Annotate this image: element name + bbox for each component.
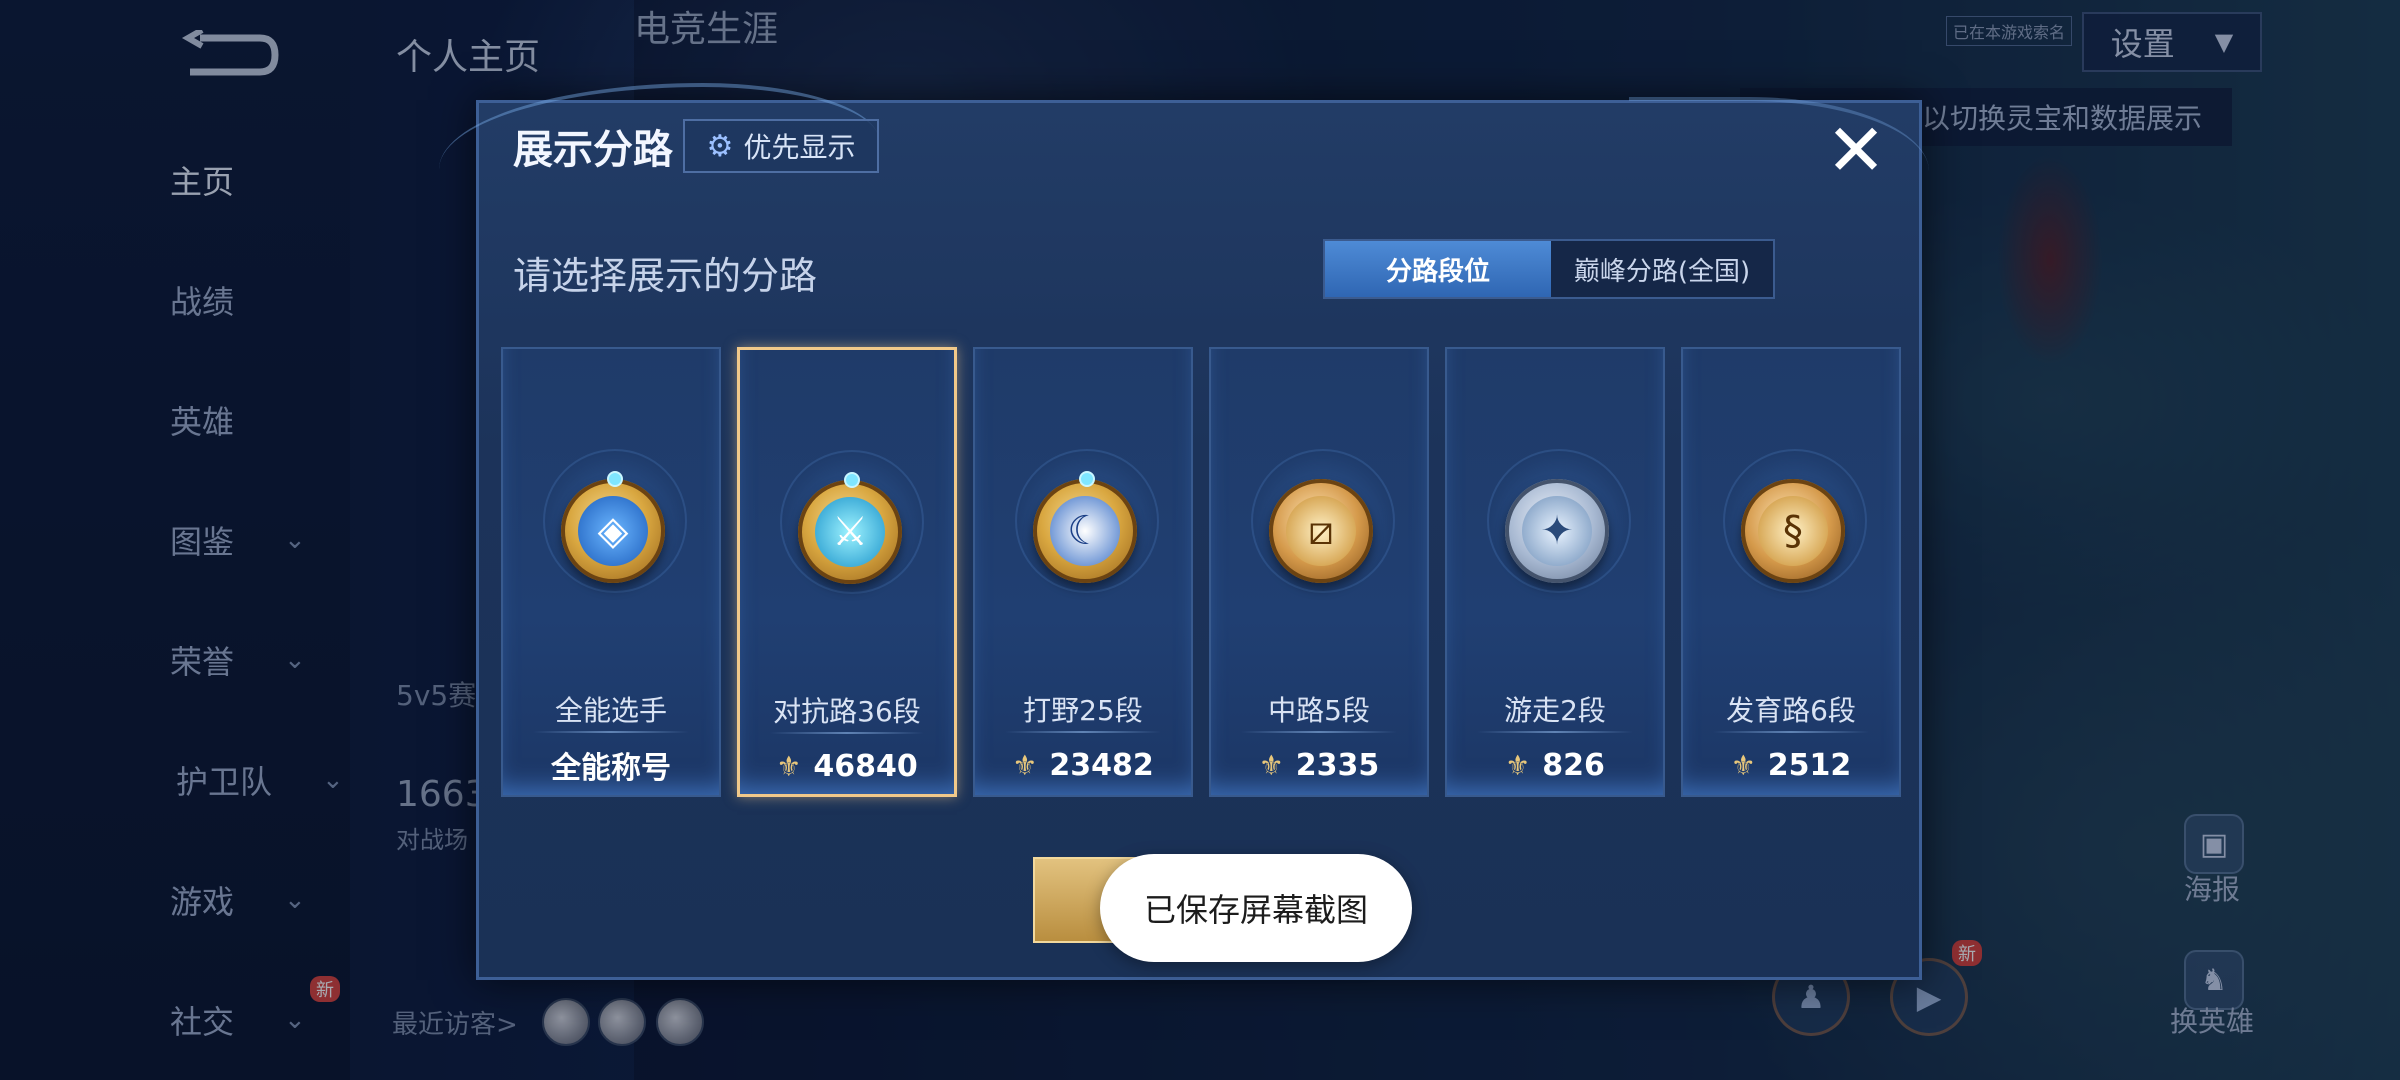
score-icon: ⚜ <box>1730 748 1756 782</box>
gem-icon <box>607 471 623 487</box>
gem-icon <box>844 472 860 488</box>
lane-score: ⚜ 2512 <box>1683 743 1899 787</box>
clash-lane-badge-icon: ⚔ <box>798 480 902 584</box>
modal-subtitle: 请选择展示的分路 <box>513 254 818 298</box>
lane-score: ⚜ 826 <box>1447 743 1663 787</box>
lane-score: ⚜ 2335 <box>1211 743 1427 787</box>
lane-score: ⚜ 23482 <box>975 743 1191 787</box>
divider <box>1241 731 1397 733</box>
jungle-badge-icon: ☾ <box>1033 479 1137 583</box>
tab-lane-rank[interactable]: 分路段位 <box>1325 241 1551 297</box>
farm-lane-badge-icon: § <box>1741 479 1845 583</box>
lane-name: 对抗路36段 <box>773 695 921 728</box>
screenshot-saved-toast: 已保存屏幕截图 <box>1100 854 1412 962</box>
lane-card-mid[interactable]: ⧄ 中路5段 ⚜ 2335 <box>1209 347 1429 797</box>
divider <box>1477 731 1633 733</box>
lane-card-jungle[interactable]: ☾ 打野25段 ⚜ 23482 <box>973 347 1193 797</box>
lane-card-allround[interactable]: ◈ 全能选手 全能称号 <box>501 347 721 797</box>
tab-peak-lane[interactable]: 巅峰分路(全国) <box>1551 241 1773 297</box>
allround-badge-icon: ◈ <box>561 479 665 583</box>
mid-lane-badge-icon: ⧄ <box>1269 479 1373 583</box>
score-icon: ⚜ <box>1258 748 1284 782</box>
close-button[interactable]: ✕ <box>1821 108 1891 192</box>
divider <box>533 731 689 733</box>
lane-card-roam[interactable]: ✦ 游走2段 ⚜ 826 <box>1445 347 1665 797</box>
lane-name: 发育路6段 <box>1726 694 1856 727</box>
score-icon: ⚜ <box>1012 748 1038 782</box>
lane-name: 打野25段 <box>1023 694 1143 727</box>
lane-name: 游走2段 <box>1504 694 1606 727</box>
lane-display-modal: 展示分路 ⚙ 优先显示 ✕ 请选择展示的分路 分路段位 巅峰分路(全国) ◈ 全… <box>439 83 1929 980</box>
lane-mode-toggle: 分路段位 巅峰分路(全国) <box>1323 239 1775 299</box>
lane-name: 中路5段 <box>1268 694 1370 727</box>
lane-card-list: ◈ 全能选手 全能称号 ⚔ 对抗路36段 ⚜ 46840 ☾ 打野25段 ⚜ 2… <box>501 347 1905 797</box>
roam-badge-icon: ✦ <box>1505 479 1609 583</box>
modal-title: 展示分路 <box>513 127 673 173</box>
divider <box>1713 731 1869 733</box>
score-value: 2335 <box>1295 747 1380 783</box>
score-value: 全能称号 <box>551 751 671 786</box>
score-value: 2512 <box>1767 747 1852 783</box>
lane-score: 全能称号 <box>503 743 719 787</box>
gear-icon: ⚙ <box>706 128 734 164</box>
priority-display-label: 优先显示 <box>743 131 856 164</box>
score-value: 46840 <box>813 748 918 784</box>
lane-card-farm[interactable]: § 发育路6段 ⚜ 2512 <box>1681 347 1901 797</box>
lane-score: ⚜ 46840 <box>740 744 954 788</box>
score-icon: ⚜ <box>776 749 802 783</box>
close-icon: ✕ <box>1825 108 1887 192</box>
lane-card-clash[interactable]: ⚔ 对抗路36段 ⚜ 46840 <box>737 347 957 797</box>
score-icon: ⚜ <box>1505 748 1531 782</box>
divider <box>1005 731 1161 733</box>
gem-icon <box>1079 471 1095 487</box>
divider <box>770 732 924 734</box>
lane-name: 全能选手 <box>554 694 667 727</box>
score-value: 826 <box>1542 747 1605 783</box>
score-value: 23482 <box>1049 747 1154 783</box>
priority-display-button[interactable]: ⚙ 优先显示 <box>683 119 879 173</box>
